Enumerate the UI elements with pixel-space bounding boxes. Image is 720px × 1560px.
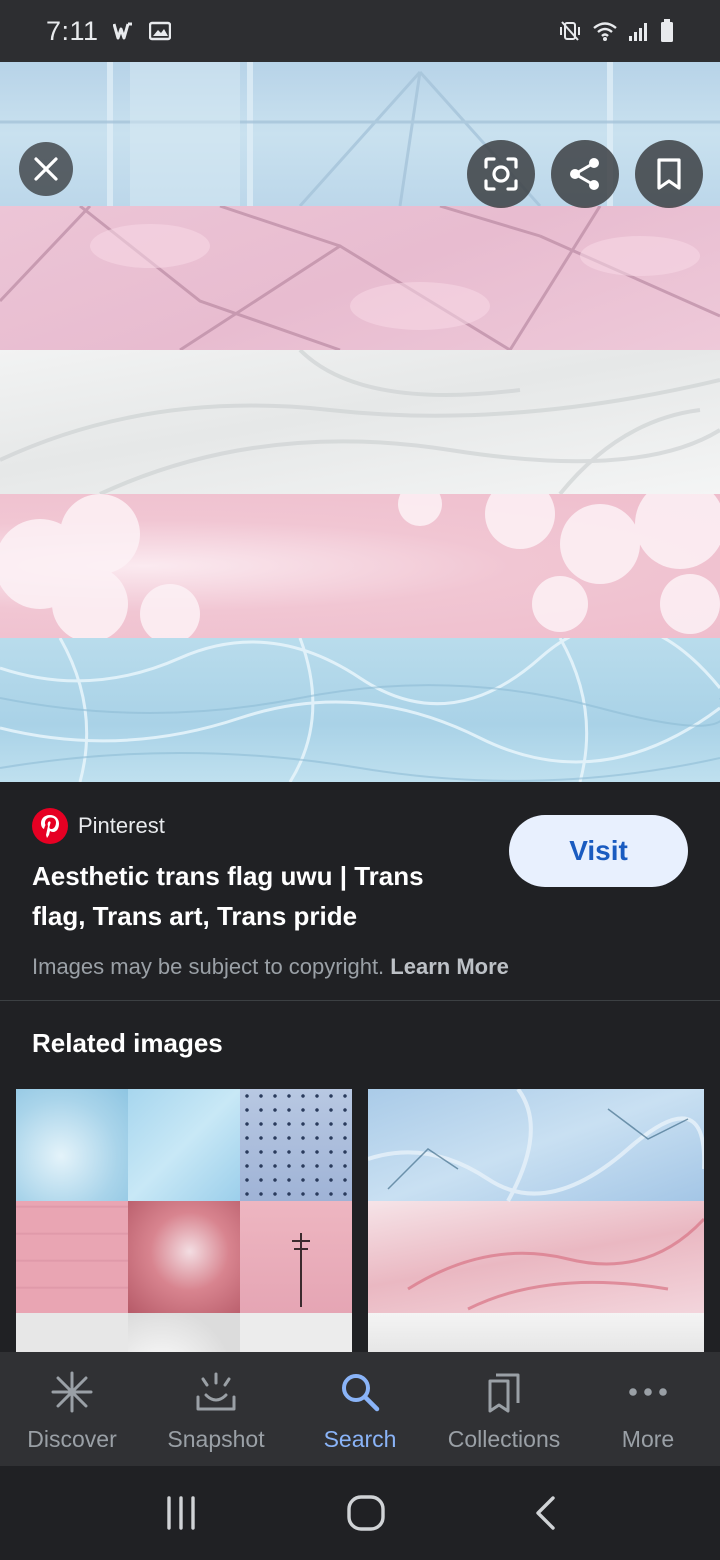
related-images-heading: Related images [32,1028,223,1058]
word-app-icon [112,22,132,40]
nav-item-discover[interactable]: Discover [2,1370,142,1453]
status-bar: 7:11 [0,0,720,62]
system-navigation-bar [0,1466,720,1560]
copyright-text: Images may be subject to copyright. [32,954,385,979]
bookmark-icon [657,158,681,190]
lens-icon [484,157,518,191]
more-dots-icon [629,1388,667,1396]
nav-label-snapshot: Snapshot [167,1426,265,1452]
home-icon[interactable] [346,1494,386,1532]
nav-label-discover: Discover [27,1426,117,1452]
learn-more-link[interactable]: Learn More [390,954,509,979]
share-button[interactable] [551,140,619,208]
nav-label-search: Search [323,1426,397,1452]
source-row[interactable]: Pinterest [32,808,165,844]
nav-item-search[interactable]: Search [290,1370,430,1453]
nav-label-collections: Collections [447,1426,561,1452]
collage-tile [16,1313,128,1352]
copyright-notice: Images may be subject to copyright. Lear… [32,954,509,980]
search-icon [342,1374,380,1412]
collage-tile [128,1201,240,1313]
recent-apps-icon[interactable] [163,1496,199,1530]
related-image-thumbnail[interactable] [16,1089,352,1352]
power-pole-icon [292,1233,310,1307]
collage-tile [16,1201,128,1313]
nav-item-snapshot[interactable]: Snapshot [146,1370,286,1453]
save-button[interactable] [635,140,703,208]
result-info-panel: Pinterest Aesthetic trans flag uwu | Tra… [0,782,720,1000]
visit-button[interactable]: Visit [509,815,688,887]
share-icon [570,158,599,190]
marble-veins [368,1089,704,1311]
wifi-icon [593,22,617,41]
lens-button[interactable] [467,140,535,208]
snapshot-icon [196,1372,236,1411]
back-icon[interactable] [533,1495,557,1531]
nav-label-more: More [621,1426,675,1452]
status-time: 7:11 [46,15,99,46]
hero-image[interactable] [0,62,720,782]
close-icon [34,157,58,181]
close-button[interactable] [19,142,73,196]
vibrate-mute-icon [560,21,580,41]
source-name: Pinterest [78,813,165,838]
collage-tile [128,1089,240,1201]
collage-tile [240,1313,352,1352]
collage-tile [128,1313,240,1352]
hero-stripe-pink-bottom [0,494,720,638]
collage-tile [16,1089,128,1201]
hero-stripe-white [0,350,720,494]
battery-icon [661,19,673,42]
related-image-thumbnail[interactable] [368,1089,704,1352]
collections-icon [488,1373,520,1413]
asterisk-icon [51,1371,93,1413]
section-divider [0,1000,720,1001]
image-notification-icon [148,21,171,41]
nav-item-more[interactable]: More [578,1370,718,1453]
collage-tile [240,1089,352,1201]
signal-icon [629,23,647,41]
image-title[interactable]: Aesthetic trans flag uwu | Trans flag, T… [32,856,482,936]
hero-stripe-pink-top [0,206,720,350]
bottom-navigation: Discover Snapshot Search Collections Mor… [0,1352,720,1466]
nav-item-collections[interactable]: Collections [434,1370,574,1453]
pinterest-logo-icon [32,808,68,844]
hero-stripe-blue-bottom [0,638,720,782]
